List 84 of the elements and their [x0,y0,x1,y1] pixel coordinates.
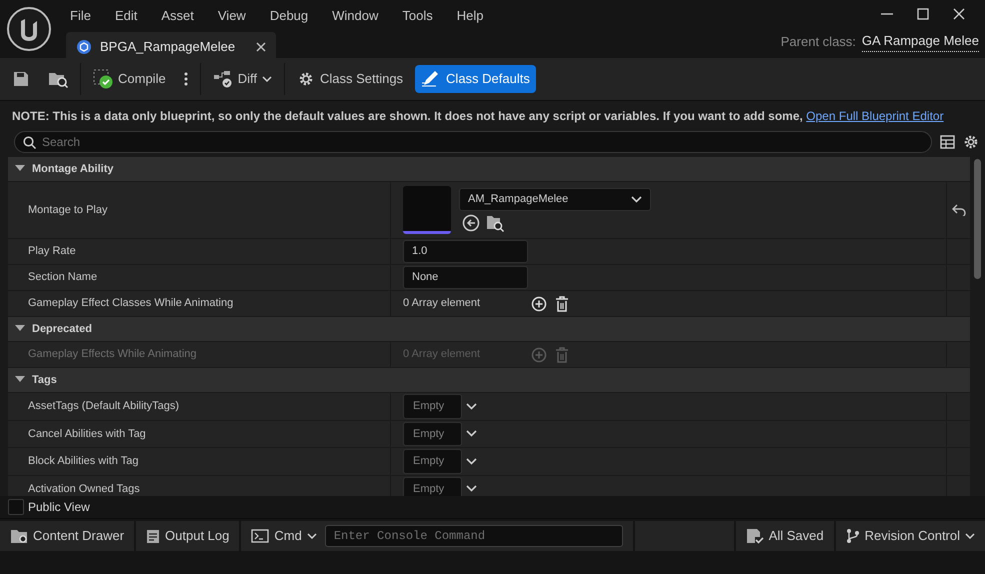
menu-item[interactable]: Help [444,0,496,32]
asset-dropdown[interactable]: AM_RampageMelee [459,188,651,211]
menu-item[interactable]: Debug [258,0,320,32]
class-settings-button[interactable]: Class Settings [290,65,410,93]
asset-name: AM_RampageMelee [468,192,568,208]
caret-icon [965,532,975,538]
add-icon[interactable] [531,296,547,312]
array-count: 0 Array element [403,347,482,362]
array-count: 0 Array element [403,296,482,312]
menu-item[interactable]: View [206,0,258,32]
compile-button[interactable]: Compile [87,65,172,93]
checkbox-label: Public View [28,499,90,516]
search-field[interactable]: Search [14,131,932,153]
caret-icon [631,196,642,203]
menu-item[interactable]: File [58,0,103,32]
info-note: NOTE: This is a data only blueprint, so only the default values are shown. It does not have any script or variables. If you want to add some, Open Full Blueprint Editor [11,108,945,125]
property-name: Play Rate [8,239,391,264]
text-field[interactable]: None [403,266,528,289]
tab-title: BPGA_RampageMelee [100,38,236,56]
category-header[interactable]: Tags [8,368,970,393]
revision-control-button[interactable]: Revision Control [836,520,985,550]
property-name: Gameplay Effects While Animating [8,342,391,367]
caret-icon [262,76,272,82]
diff-button[interactable]: Diff [206,65,278,93]
content-drawer-button[interactable]: Content Drawer [0,520,134,550]
console-input[interactable]: Enter Console Command [324,524,623,546]
asset-thumbnail [403,186,451,234]
close-icon[interactable] [256,42,266,52]
save-icon [12,70,30,88]
menu-item[interactable]: Edit [102,0,150,32]
menu-item[interactable]: Asset [149,0,206,32]
category-header[interactable]: Deprecated [8,317,970,342]
folder-search-icon [48,70,68,88]
folder-search-icon[interactable] [486,214,504,232]
editor-link[interactable]: Open Full Blueprint Editor [806,109,944,123]
trash-icon[interactable] [555,296,569,312]
checkbox[interactable] [8,499,24,515]
engine-logo-icon[interactable] [6,6,52,52]
category-header[interactable]: Montage Ability [8,157,970,182]
search-icon [23,136,36,149]
property-name: AssetTags (Default AbilityTags) [8,393,391,420]
diff-icon [212,70,233,88]
caret-icon[interactable] [466,458,477,465]
caret-icon[interactable] [466,402,477,410]
category-title: Montage Ability [32,162,114,177]
category-title: Tags [32,372,57,388]
property-name: Section Name [8,265,391,290]
kebab-icon [184,72,188,86]
menu-item[interactable]: Tools [390,0,445,32]
save-status-button[interactable]: All Saved [736,520,834,550]
number-field[interactable]: 1.0 [403,240,528,263]
property-name: Block Abilities with Tag [8,448,391,474]
menu-item[interactable]: Window [320,0,390,32]
property-name: Montage to Play [8,182,391,238]
maximize-icon[interactable] [917,8,929,20]
caret-icon [306,532,317,538]
tag-field[interactable]: Empty [403,422,462,446]
log-icon [146,528,160,544]
branch-icon [846,528,860,544]
property-name: Cancel Abilities with Tag [8,420,391,447]
table-icon[interactable] [940,135,955,149]
caret-icon[interactable] [466,485,477,492]
class-defaults-button[interactable]: Class Defaults [415,65,536,93]
blueprint-icon [76,38,92,54]
saved-icon [746,528,764,544]
use-selected-icon[interactable] [462,214,480,232]
caret-icon[interactable] [466,430,477,438]
tag-field[interactable]: Empty [403,449,462,474]
tag-field[interactable]: Empty [403,394,462,418]
compile-check-icon [93,69,113,89]
settings-icon[interactable] [963,134,979,150]
scrollbar-thumb[interactable] [974,159,981,279]
parent-class-label: Parent class: [780,32,856,50]
parent-class-link[interactable]: GA Rampage Melee [862,31,979,52]
terminal-icon [251,528,270,542]
folder-icon [10,528,28,544]
property-name: Gameplay Effect Classes While Animating [8,291,391,316]
output-log-button[interactable]: Output Log [136,520,240,550]
trash-icon [555,346,569,362]
reset-arrow-icon[interactable] [952,204,966,216]
category-title: Deprecated [32,322,92,337]
close-icon[interactable] [953,8,965,20]
add-icon [531,346,547,362]
tag-field[interactable]: Empty [403,476,462,496]
